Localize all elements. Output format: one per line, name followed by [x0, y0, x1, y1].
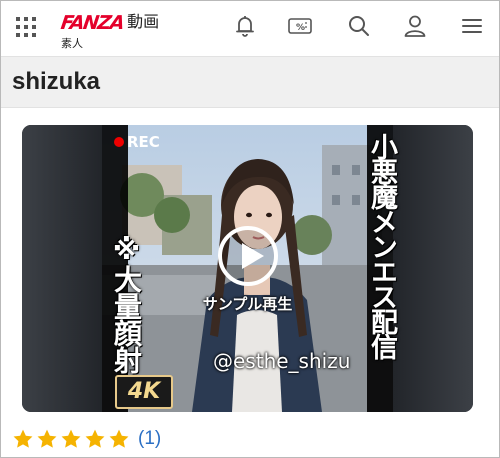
star-icon — [108, 428, 130, 450]
logo-section: 動画 — [127, 12, 160, 31]
sub-section-label: 素人 — [61, 37, 83, 50]
star-icon — [12, 428, 34, 450]
search-icon[interactable] — [346, 13, 372, 39]
rec-label: REC — [127, 133, 160, 151]
coupon-icon[interactable]: % — [286, 13, 314, 39]
rec-indicator: REC — [114, 133, 160, 151]
site-logo[interactable]: FANZA 動画 — [59, 8, 160, 34]
play-icon[interactable] — [218, 226, 278, 286]
logo-text: FANZA — [59, 12, 125, 34]
title-bar: shizuka — [1, 56, 499, 108]
bell-icon[interactable] — [232, 13, 258, 39]
sample-play-label[interactable]: サンプル再生 — [22, 293, 473, 314]
star-icon — [36, 428, 58, 450]
star-icon — [84, 428, 106, 450]
rating: (1) — [12, 428, 161, 450]
page-title: shizuka — [12, 68, 101, 95]
overlay-right-text: 小悪魔メンエス配信 — [366, 133, 397, 358]
user-icon[interactable] — [402, 13, 428, 39]
4k-badge: 4K — [115, 375, 173, 409]
grid-menu-icon[interactable] — [16, 17, 36, 37]
coupon-icon-text: % — [296, 23, 305, 33]
star-icon — [60, 428, 82, 450]
site-header: FANZA 動画 素人 % — [1, 1, 499, 56]
overlay-handle: @esthe_shizu — [213, 349, 351, 373]
star-rating — [12, 428, 132, 450]
review-count-link[interactable]: (1) — [138, 428, 161, 450]
rec-dot-icon — [114, 137, 124, 147]
sample-video-player[interactable]: REC ※大量顔射 小悪魔メンエス配信 @esthe_shizu 4K サンプル… — [22, 125, 473, 412]
hamburger-menu-icon[interactable] — [459, 13, 485, 39]
